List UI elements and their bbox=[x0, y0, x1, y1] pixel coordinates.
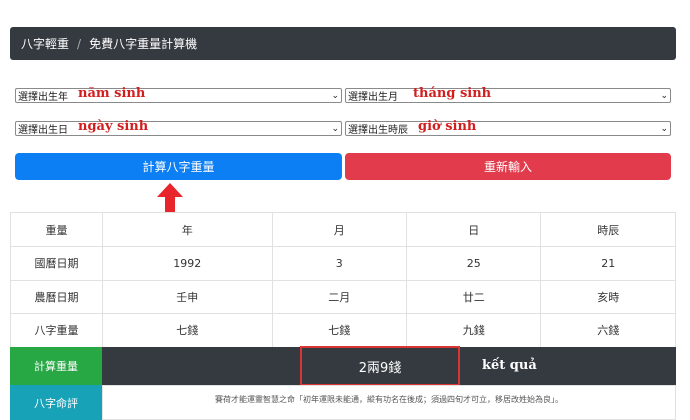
breadcrumb-home[interactable]: 八字輕重 bbox=[21, 35, 69, 52]
table-cell: 七錢 bbox=[102, 313, 273, 348]
birth-day-select-label: 選擇出生日 bbox=[18, 125, 68, 136]
birth-year-annotation: năm sinh bbox=[78, 86, 146, 101]
table-cell: 九錢 bbox=[406, 313, 542, 348]
birth-year-select-label: 選擇出生年 bbox=[18, 92, 68, 103]
table-cell: 六錢 bbox=[540, 313, 676, 348]
reset-button[interactable]: 重新輸入 bbox=[345, 153, 671, 180]
breadcrumb: 八字輕重 / 免費八字重量計算機 bbox=[10, 27, 676, 60]
table-row: 國曆日期 1992 3 25 21 bbox=[10, 246, 676, 281]
birth-month-annotation: tháng sinh bbox=[413, 86, 492, 101]
result-value: 2兩9錢 bbox=[300, 346, 460, 386]
table-header-cell: 時辰 bbox=[540, 212, 676, 247]
table-cell: 七錢 bbox=[271, 313, 408, 348]
table-header-cell: 日 bbox=[406, 212, 542, 247]
result-label: 計算重量 bbox=[10, 347, 102, 385]
fate-row: 八字命評 賽荷才能運靈智慧之命「初年運限未能通，縱有功名在後成；須過四旬才可立，… bbox=[10, 385, 676, 420]
chevron-down-icon: ⌄ bbox=[331, 124, 339, 134]
birth-year-select[interactable]: 選擇出生年 ⌄ bbox=[15, 88, 342, 103]
breadcrumb-separator: / bbox=[77, 36, 82, 51]
fate-label: 八字命評 bbox=[10, 385, 102, 420]
chevron-down-icon: ⌄ bbox=[331, 91, 339, 101]
table-cell: 壬申 bbox=[102, 279, 273, 314]
birth-day-annotation: ngày sinh bbox=[78, 119, 149, 134]
table-cell: 3 bbox=[271, 246, 408, 281]
table-cell: 廿二 bbox=[406, 279, 542, 314]
table-header-row: 重量 年 月 日 時辰 bbox=[10, 212, 676, 247]
table-header-cell: 月 bbox=[271, 212, 408, 247]
fate-text: 賽荷才能運靈智慧之命「初年運限未能通，縱有功名在後成；須過四旬才可立，移居改姓始… bbox=[102, 385, 676, 420]
birth-month-select[interactable]: 選擇出生月 ⌄ bbox=[345, 88, 671, 103]
table-cell: 八字重量 bbox=[10, 313, 103, 348]
birth-hour-select-label: 選擇出生時辰 bbox=[348, 125, 408, 136]
birth-hour-select[interactable]: 選擇出生時辰 ⌄ bbox=[345, 121, 671, 136]
table-header-cell: 年 bbox=[102, 212, 273, 247]
bazi-table: 重量 年 月 日 時辰 國曆日期 1992 3 25 21 農曆日期 壬申 二月… bbox=[10, 212, 676, 348]
calculate-button[interactable]: 計算八字重量 bbox=[15, 153, 342, 180]
table-cell: 二月 bbox=[271, 279, 408, 314]
birth-hour-annotation: giờ sinh bbox=[418, 119, 477, 134]
table-cell: 國曆日期 bbox=[10, 246, 103, 281]
chevron-down-icon: ⌄ bbox=[660, 124, 668, 134]
table-cell: 亥時 bbox=[540, 279, 676, 314]
birth-day-select[interactable]: 選擇出生日 ⌄ bbox=[15, 121, 342, 136]
birth-month-select-label: 選擇出生月 bbox=[348, 92, 398, 103]
result-annotation: kết quả bbox=[482, 358, 537, 373]
breadcrumb-current: 免費八字重量計算機 bbox=[89, 37, 198, 51]
chevron-down-icon: ⌄ bbox=[660, 91, 668, 101]
table-cell: 21 bbox=[540, 246, 676, 281]
arrow-up-icon bbox=[157, 183, 183, 213]
table-cell: 農曆日期 bbox=[10, 279, 103, 314]
table-cell: 25 bbox=[406, 246, 542, 281]
table-row: 八字重量 七錢 七錢 九錢 六錢 bbox=[10, 313, 676, 348]
table-cell: 1992 bbox=[102, 246, 273, 281]
table-row: 農曆日期 壬申 二月 廿二 亥時 bbox=[10, 279, 676, 314]
table-header-cell: 重量 bbox=[10, 212, 103, 247]
